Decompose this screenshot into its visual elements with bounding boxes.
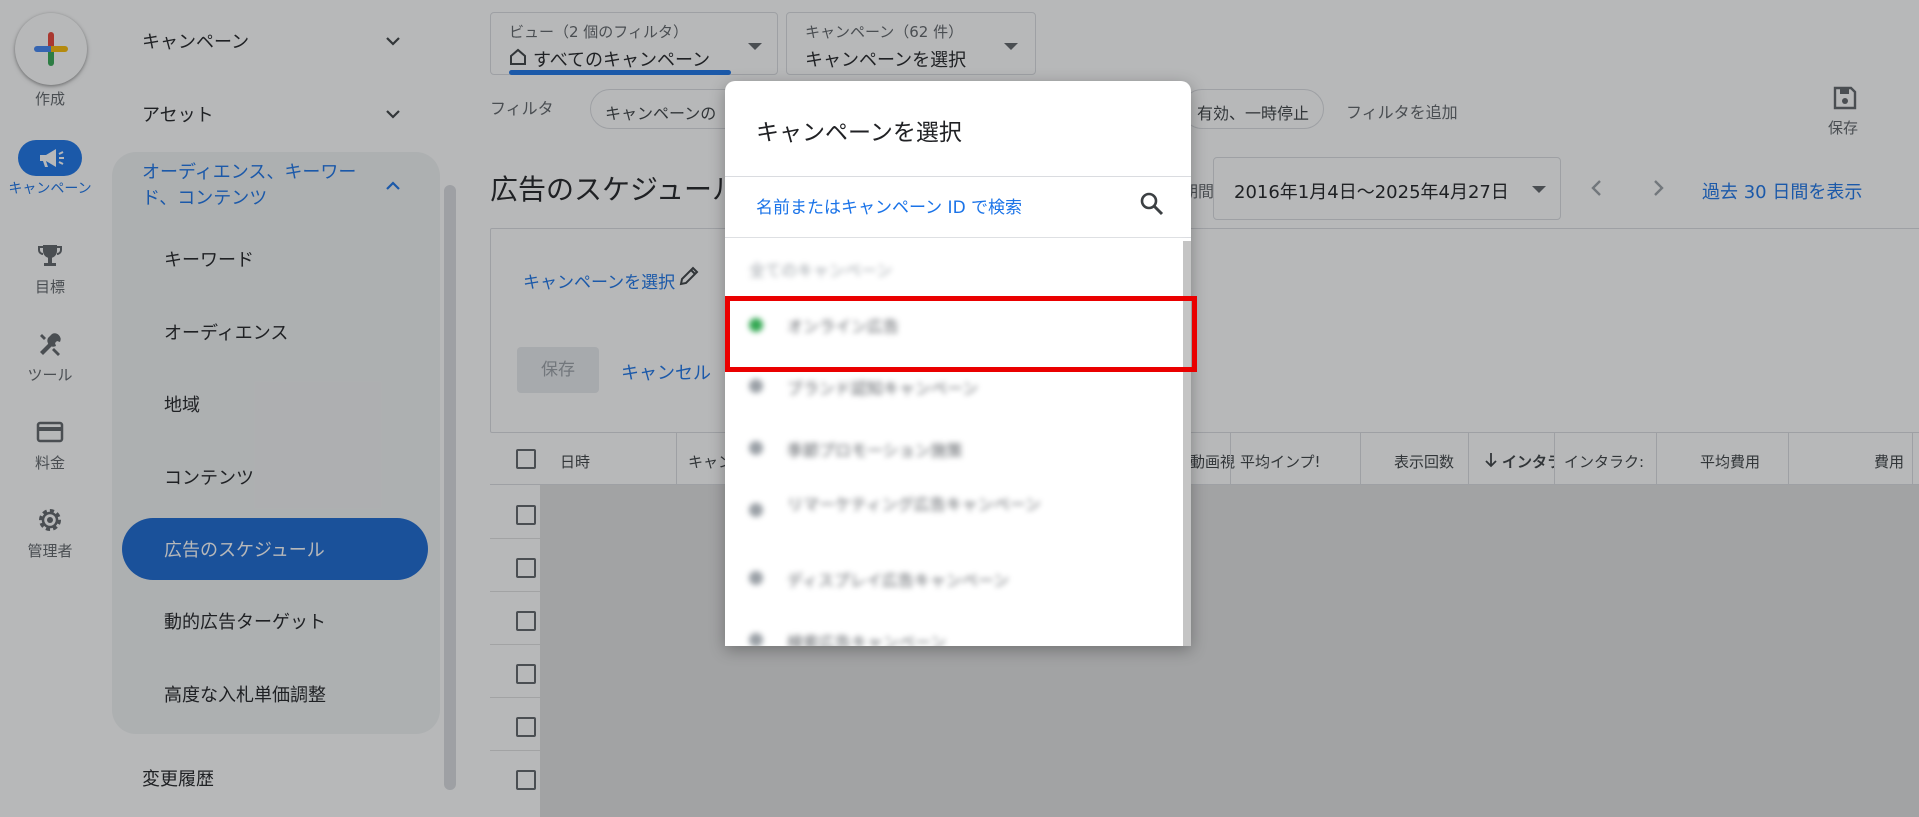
campaign-search-input[interactable]: 名前またはキャンペーン ID で検索: [756, 193, 1022, 218]
list-item[interactable]: ブランド認知キャンペーン: [787, 375, 978, 399]
highlighted-campaign-row: [725, 296, 1197, 372]
list-item[interactable]: 全てのキャンペーン: [749, 257, 892, 281]
status-icon: [749, 571, 763, 585]
list-item[interactable]: リマーケティング広告キャンペーン: [787, 491, 1041, 515]
status-icon: [749, 441, 763, 455]
list-item[interactable]: 検索広告キャンペーン: [787, 629, 946, 646]
status-icon: [749, 633, 763, 646]
list-item[interactable]: 季節プロモーション施策: [787, 437, 963, 461]
status-icon: [749, 503, 763, 517]
status-icon: [749, 379, 763, 393]
search-icon[interactable]: [1139, 191, 1165, 217]
dialog-title: キャンペーンを選択: [756, 120, 962, 146]
list-item[interactable]: ディスプレイ広告キャンペーン: [787, 567, 1009, 591]
